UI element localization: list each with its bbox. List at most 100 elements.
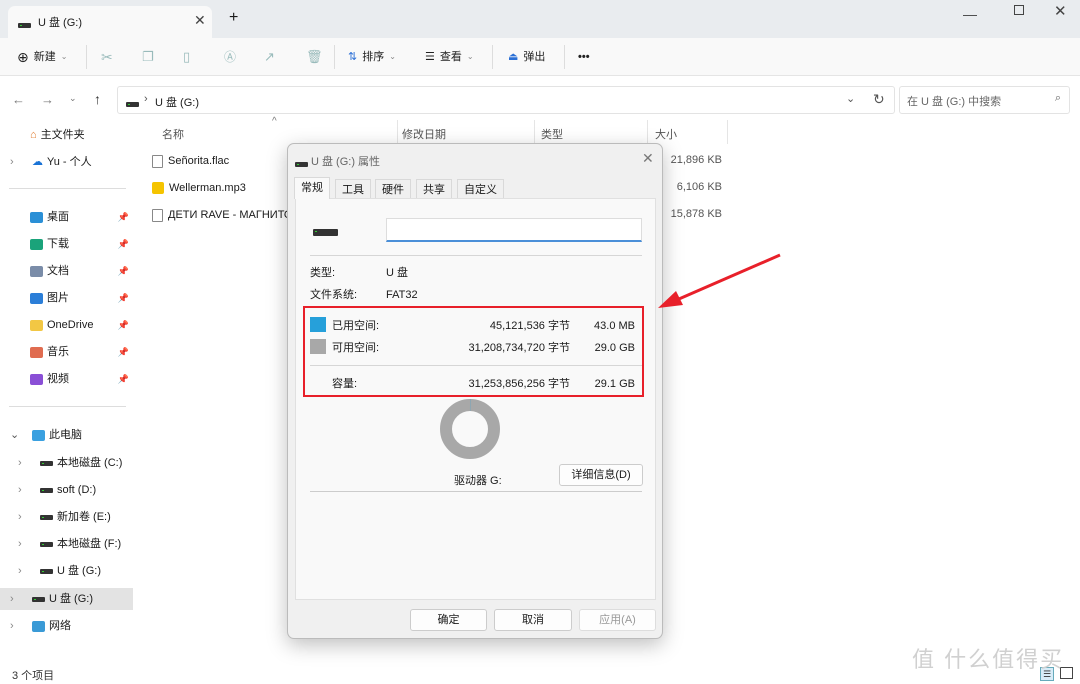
free-space-ring <box>440 399 500 459</box>
recent-dropdown[interactable]: ⌄ <box>69 93 77 104</box>
pin-icon[interactable]: 📌 <box>118 206 129 228</box>
search-icon: ⌕ <box>1054 92 1061 104</box>
drive-icon <box>18 22 31 28</box>
maximize-button[interactable] <box>1014 5 1024 15</box>
sidebar-item-network[interactable]: › 网络 <box>0 615 133 637</box>
new-label: 新建 <box>33 51 56 63</box>
label: soft (D:) <box>57 484 97 496</box>
audio-file-icon <box>152 182 164 194</box>
sort-button[interactable]: ⇅ 排序 ⌄ <box>348 48 396 66</box>
sidebar-item-u-disk-selected[interactable]: › U 盘 (G:) <box>0 588 133 610</box>
search-input[interactable]: 在 U 盘 (G:) 中搜索 ⌕ <box>899 86 1070 114</box>
sidebar-item-onedrive-personal[interactable]: › ☁ Yu - 个人 <box>0 151 133 173</box>
copy-icon[interactable]: ❐ <box>142 48 154 66</box>
network-icon <box>32 620 45 632</box>
pin-icon[interactable]: 📌 <box>118 341 129 363</box>
label: Yu - 个人 <box>47 156 92 168</box>
minimize-button[interactable]: — <box>963 6 977 22</box>
search-placeholder: 在 U 盘 (G:) 中搜索 <box>907 96 1002 108</box>
column-header-date[interactable]: 修改日期 <box>402 126 446 142</box>
column-header-type[interactable]: 类型 <box>541 126 563 142</box>
pin-icon[interactable]: 📌 <box>118 287 129 309</box>
delete-icon[interactable]: 🗑 <box>306 48 323 66</box>
drive-icon <box>40 541 53 547</box>
drive-label: 驱动器 G: <box>454 475 502 487</box>
paste-icon[interactable]: ▯ <box>183 48 190 66</box>
file-row[interactable]: Señorita.flac <box>152 151 229 171</box>
sidebar-item-pinned[interactable]: 图片 📌 <box>0 287 133 309</box>
annotation-arrow <box>658 253 781 308</box>
view-button[interactable]: ☰ 查看 ⌄ <box>425 48 474 66</box>
usb-drive-icon <box>313 228 338 236</box>
rename-icon[interactable]: Ⓐ <box>224 48 236 66</box>
eject-icon: ⏏ <box>508 51 519 63</box>
eject-button[interactable]: ⏏ 弹出 <box>508 48 545 66</box>
new-button[interactable]: ⊕ 新建 ⌄ <box>17 48 67 66</box>
dialog-tab[interactable]: 常规 <box>294 177 330 199</box>
label: 下载 <box>47 238 69 250</box>
sidebar-item-drive[interactable]: › 本地磁盘 (C:) <box>0 452 133 474</box>
pin-icon[interactable]: 📌 <box>118 260 129 282</box>
dialog-tab[interactable]: 硬件 <box>375 179 411 199</box>
drive-icon <box>40 487 53 493</box>
address-bar[interactable]: › U 盘 (G:) ⌄ ↻ <box>117 86 895 114</box>
properties-dialog: U 盘 (G:) 属性 ✕ 常规 工具 硬件 共享 自定义 类型: U 盘 文件系统: … <box>287 143 663 639</box>
label: U 盘 (G:) <box>49 593 93 605</box>
sidebar-item-pinned[interactable]: 下载 📌 <box>0 233 133 255</box>
type-label: 类型: <box>310 267 336 279</box>
sidebar-item-drive[interactable]: › 新加卷 (E:) <box>0 506 133 528</box>
ok-button[interactable]: 确定 <box>410 609 487 631</box>
sidebar-item-this-pc[interactable]: ⌄ 此电脑 <box>0 424 133 446</box>
column-header-size[interactable]: 大小 <box>655 126 677 142</box>
tab-title: U 盘 (G:) <box>38 17 82 29</box>
column-header-name[interactable]: 名称 <box>162 126 184 142</box>
pin-icon[interactable]: 📌 <box>118 233 129 255</box>
sidebar-item-drive[interactable]: › U 盘 (G:) <box>0 560 133 582</box>
forward-button[interactable]: → <box>41 92 54 107</box>
cut-icon[interactable]: ✂ <box>101 48 113 66</box>
sidebar-item-drive[interactable]: › 本地磁盘 (F:) <box>0 533 133 555</box>
pin-icon[interactable]: 📌 <box>118 368 129 390</box>
sidebar-item-drive[interactable]: › soft (D:) <box>0 479 133 501</box>
drive-icon <box>40 460 53 466</box>
disk-usage-donut <box>440 399 500 459</box>
file-row[interactable]: Wellerman.mp3 <box>152 178 246 198</box>
sidebar-item-pinned[interactable]: 桌面 📌 <box>0 206 133 228</box>
share-icon[interactable]: ↗ <box>264 48 275 66</box>
pin-icon[interactable]: 📌 <box>118 314 129 336</box>
sidebar-item-home[interactable]: ⌂ 主文件夹 <box>0 124 133 146</box>
up-button[interactable]: ↑ <box>94 91 101 107</box>
close-window-button[interactable]: ✕ <box>1054 2 1067 20</box>
dialog-close-button[interactable]: ✕ <box>642 150 654 167</box>
file-row[interactable]: ДЕТИ RAVE - МАГНИТО <box>152 205 292 225</box>
cancel-button[interactable]: 取消 <box>494 609 572 631</box>
label: OneDrive <box>47 319 94 331</box>
dialog-tab[interactable]: 工具 <box>335 179 371 199</box>
label: 主文件夹 <box>40 129 85 141</box>
back-button[interactable]: ← <box>12 92 25 107</box>
file-size: 6,106 KB <box>676 181 722 193</box>
view-list-icon: ☰ <box>425 51 435 63</box>
label: 本地磁盘 (F:) <box>57 538 122 550</box>
refresh-icon[interactable]: ↻ <box>873 91 885 108</box>
divider <box>334 45 335 69</box>
tab-u-disk[interactable]: U 盘 (G:) ✕ <box>8 6 212 38</box>
sidebar-item-pinned[interactable]: 文档 📌 <box>0 260 133 282</box>
address-path: U 盘 (G:) <box>155 97 199 109</box>
sidebar-item-pinned[interactable]: 视频 📌 <box>0 368 133 390</box>
drive-icon <box>295 161 308 167</box>
address-dropdown-icon[interactable]: ⌄ <box>846 92 855 105</box>
eject-label: 弹出 <box>523 51 546 63</box>
close-tab-icon[interactable]: ✕ <box>194 12 206 29</box>
volume-name-input[interactable] <box>386 218 642 242</box>
sidebar-item-pinned[interactable]: 音乐 📌 <box>0 341 133 363</box>
more-button[interactable]: ••• <box>578 48 590 66</box>
folder-icon <box>30 346 43 358</box>
new-tab-button[interactable]: + <box>229 9 238 27</box>
dialog-tab[interactable]: 自定义 <box>457 179 504 199</box>
apply-button[interactable]: 应用(A) <box>579 609 656 631</box>
details-button[interactable]: 详细信息(D) <box>559 464 643 486</box>
sidebar-item-pinned[interactable]: OneDrive 📌 <box>0 314 133 336</box>
dialog-tab[interactable]: 共享 <box>416 179 452 199</box>
cloud-icon: ☁ <box>32 156 43 168</box>
